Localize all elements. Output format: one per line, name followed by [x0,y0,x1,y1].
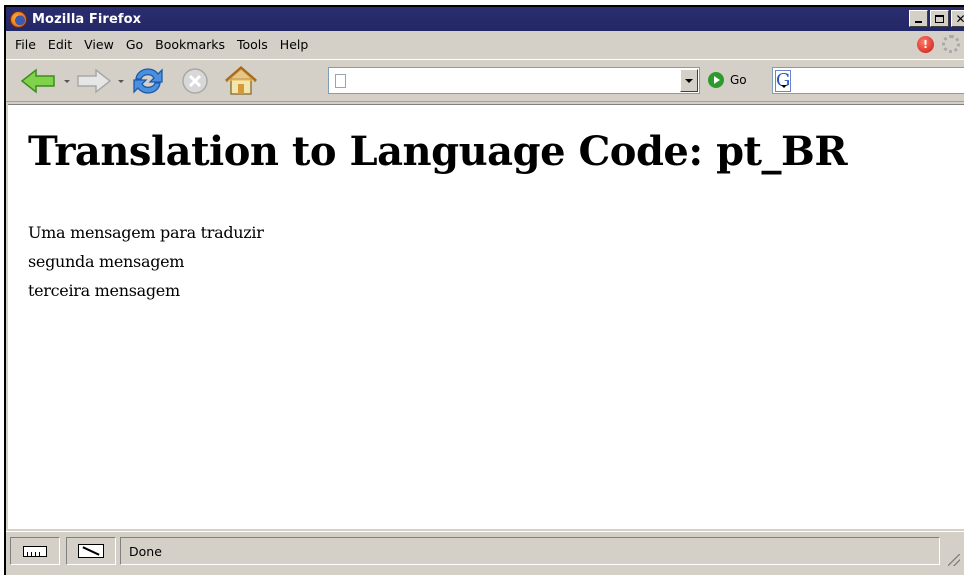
menu-help[interactable]: Help [280,35,309,54]
go-icon [708,72,724,88]
url-bar[interactable] [328,67,700,94]
menu-bookmarks[interactable]: Bookmarks [155,35,225,54]
forward-icon [77,68,112,94]
window-title: Mozilla Firefox [32,11,142,27]
back-icon [20,68,55,94]
home-icon [225,66,257,95]
reload-icon [133,68,163,94]
toolbar-divider [6,101,964,102]
page-icon [335,73,346,88]
menu-bar: File Edit View Go Bookmarks Tools Help ! [6,31,964,58]
back-button[interactable] [20,68,58,94]
maximize-button[interactable] [930,10,949,27]
ruler-panel[interactable] [10,537,60,565]
stop-button[interactable] [180,66,210,96]
minimize-button[interactable] [909,10,928,27]
home-button[interactable] [222,65,260,97]
close-icon: ✕ [955,13,964,25]
menu-right-area: ! [917,35,960,53]
navigation-toolbar: Go G [6,59,964,102]
message-line: Uma mensagem para traduzir [28,223,264,242]
window-controls: ✕ [909,10,964,27]
go-label: Go [730,73,747,87]
message-line: terceira mensagem [28,281,180,300]
throbber-icon [942,35,960,53]
status-bar: Done [6,531,964,575]
page-content: Translation to Language Code: pt_BR Uma … [8,104,964,529]
menu-file[interactable]: File [15,35,36,54]
minimize-icon [915,20,922,23]
menu-go[interactable]: Go [126,35,143,54]
status-text: Done [120,537,940,565]
search-bar[interactable]: G [772,67,964,94]
close-button[interactable]: ✕ [951,10,964,27]
firefox-logo-icon [10,10,27,28]
message-list: Uma mensagem para traduzir segunda mensa… [28,218,264,305]
maximize-icon [935,14,944,23]
pen-icon [78,544,104,558]
browser-window: Mozilla Firefox ✕ File Edit View Go Book… [4,5,964,575]
resize-grip-icon[interactable] [948,554,960,566]
forward-dropdown-icon[interactable] [118,80,124,83]
menu-view[interactable]: View [84,35,114,54]
search-input[interactable] [795,69,964,92]
menu-tools[interactable]: Tools [237,35,268,54]
title-bar[interactable]: Mozilla Firefox ✕ [6,7,964,31]
message-line: segunda mensagem [28,252,185,271]
page-title: Translation to Language Code: pt_BR [28,128,848,175]
ruler-icon [23,545,47,557]
forward-button[interactable] [74,68,112,94]
url-dropdown-button[interactable] [680,69,698,92]
reload-button[interactable] [130,65,166,97]
go-button[interactable]: Go [708,72,747,88]
pen-panel[interactable] [66,537,116,565]
back-dropdown-icon[interactable] [64,80,70,83]
menu-edit[interactable]: Edit [48,35,72,54]
update-alert-icon[interactable]: ! [917,35,934,53]
stop-icon [182,68,208,94]
url-input[interactable] [350,69,680,92]
google-search-engine-icon[interactable]: G [775,69,792,92]
